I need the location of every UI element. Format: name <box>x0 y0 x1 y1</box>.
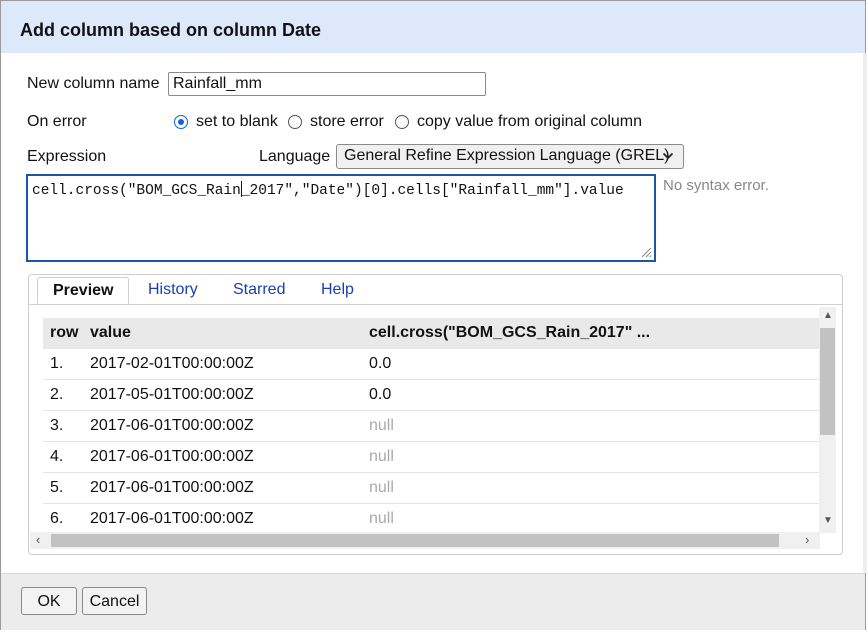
on-error-label: On error <box>27 113 87 130</box>
table-row: 3. 2017-06-01T00:00:00Z null <box>43 411 819 442</box>
new-column-name-label: New column name <box>27 75 160 92</box>
row-number: 2. <box>50 386 64 403</box>
row-result: 0.0 <box>369 386 392 403</box>
row-value: 2017-06-01T00:00:00Z <box>90 479 254 496</box>
on-error-store-error-radio[interactable]: store error <box>288 113 384 131</box>
column-header-expression: cell.cross("BOM_GCS_Rain_2017" ... <box>369 324 651 341</box>
row-number: 3. <box>50 417 64 434</box>
dialog-title-bar: Add column based on column Date <box>1 1 865 53</box>
row-number: 6. <box>50 510 64 527</box>
row-number: 5. <box>50 479 64 496</box>
expression-textarea[interactable]: cell.cross("BOM_GCS_Rain_2017","Date")[0… <box>26 174 656 262</box>
on-error-option-label: copy value from original column <box>417 113 642 130</box>
dialog-title: Add column based on column Date <box>20 20 322 40</box>
row-result: 0.0 <box>369 355 392 372</box>
table-row: 4. 2017-06-01T00:00:00Z null <box>43 442 819 473</box>
table-row: 5. 2017-06-01T00:00:00Z null <box>43 473 819 504</box>
row-result-null: null <box>369 479 394 496</box>
table-row: 6. 2017-06-01T00:00:00Z null <box>43 504 819 535</box>
row-value: 2017-06-01T00:00:00Z <box>90 510 254 527</box>
vertical-scroll-thumb[interactable] <box>820 328 835 435</box>
language-select[interactable]: General Refine Expression Language (GREL… <box>336 144 684 169</box>
radio-unchecked-icon <box>395 115 409 129</box>
tab-help[interactable]: Help <box>321 281 354 299</box>
row-value: 2017-02-01T00:00:00Z <box>90 355 254 372</box>
horizontal-scroll-thumb[interactable] <box>51 534 779 547</box>
expression-text-end: _2017","Date")[0].cells["Rainfall_mm"].v… <box>240 183 624 199</box>
scroll-up-icon[interactable]: ▲ <box>823 310 833 321</box>
row-result-null: null <box>369 448 394 465</box>
row-number: 4. <box>50 448 64 465</box>
dialog-footer: OK Cancel <box>1 573 865 630</box>
tab-starred[interactable]: Starred <box>233 281 285 299</box>
scroll-down-icon[interactable]: ▼ <box>823 515 833 526</box>
tab-history[interactable]: History <box>148 281 198 299</box>
vertical-scrollbar[interactable]: ▲ ▼ <box>819 307 836 533</box>
chevron-down-icon <box>662 152 674 160</box>
row-result-null: null <box>369 417 394 434</box>
cancel-button[interactable]: Cancel <box>82 587 147 615</box>
table-row: 1. 2017-02-01T00:00:00Z 0.0 <box>43 349 819 380</box>
tab-preview[interactable]: Preview <box>37 277 130 304</box>
row-number: 1. <box>50 355 64 372</box>
preview-tab-panel: Preview History Starred Help row value c… <box>28 274 843 555</box>
syntax-status: No syntax error. <box>663 177 769 194</box>
radio-checked-icon <box>174 115 188 129</box>
radio-unchecked-icon <box>288 115 302 129</box>
scroll-right-icon[interactable]: › <box>805 532 809 547</box>
ok-button[interactable]: OK <box>21 587 77 615</box>
new-column-name-input[interactable] <box>168 72 486 96</box>
column-header-value: value <box>90 324 131 341</box>
dialog-edge-shade <box>863 53 867 573</box>
table-header-row: row value cell.cross("BOM_GCS_Rain_2017"… <box>43 318 819 349</box>
on-error-option-label: store error <box>310 113 384 130</box>
resize-grip-icon[interactable] <box>640 246 652 258</box>
row-value: 2017-06-01T00:00:00Z <box>90 448 254 465</box>
row-result-null: null <box>369 510 394 527</box>
horizontal-scrollbar[interactable]: ‹ › <box>30 532 820 549</box>
row-value: 2017-06-01T00:00:00Z <box>90 417 254 434</box>
table-row: 2. 2017-05-01T00:00:00Z 0.0 <box>43 380 819 411</box>
expression-label: Expression <box>27 148 107 165</box>
tab-strip: Preview History Starred Help <box>29 275 842 305</box>
add-column-dialog: Add column based on column Date New colu… <box>0 0 867 630</box>
language-selected-value: General Refine Expression Language (GREL… <box>344 147 670 164</box>
on-error-set-blank-radio[interactable]: set to blank <box>174 113 278 131</box>
expression-text-start: cell.cross("BOM_GCS_Rain <box>32 183 241 199</box>
on-error-copy-value-radio[interactable]: copy value from original column <box>395 113 642 131</box>
row-value: 2017-05-01T00:00:00Z <box>90 386 254 403</box>
scroll-left-icon[interactable]: ‹ <box>36 532 40 547</box>
language-label: Language <box>259 148 331 165</box>
on-error-option-label: set to blank <box>196 113 278 130</box>
column-header-row: row <box>50 324 79 341</box>
